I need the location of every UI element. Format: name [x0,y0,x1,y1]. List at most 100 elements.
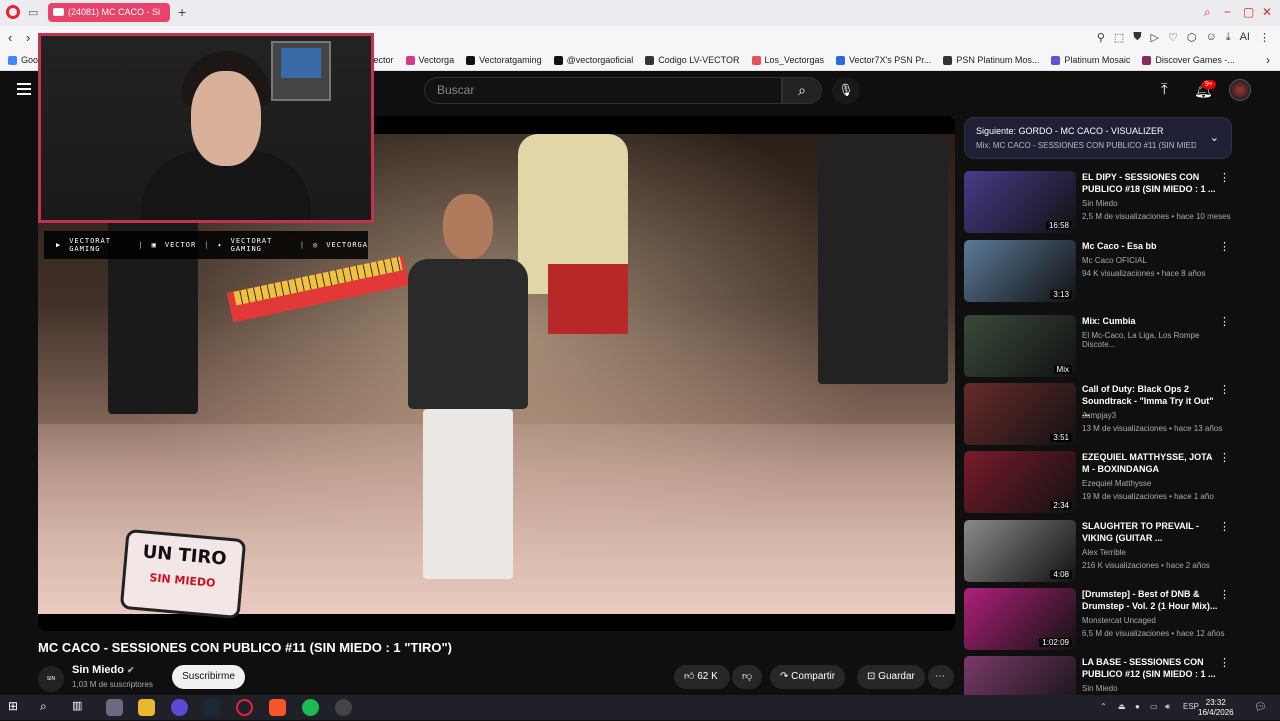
recommendation-channel[interactable]: El Mc-Caco, La Liga, Los Rompe Discote..… [1082,331,1234,349]
search-button[interactable]: ⌕ [782,77,822,104]
like-button[interactable]: 👍︎ 62 K [674,665,730,689]
up-next-panel[interactable]: Siguiente: GORDO - MC CACO - VISUALIZER … [964,117,1232,159]
dislike-button[interactable]: 👎︎ [732,665,762,689]
tray-chevron-icon[interactable]: ⌃ [1100,702,1107,711]
recommendation-title[interactable]: EL DIPY - SESSIONES CON PUBLICO #18 (SIN… [1082,171,1220,195]
menu-dots-icon[interactable]: ⋮ [1259,31,1270,44]
chevron-down-icon[interactable]: ⌄ [1210,131,1219,144]
subscribe-button[interactable]: Suscribirme [172,665,245,689]
bookmark-item[interactable]: Platinum Mosaic [1051,55,1130,65]
brave-icon[interactable] [269,699,286,716]
tab-youtube[interactable]: (24081) MC CACO - Si [48,3,170,22]
download-icon[interactable]: ⤓ [1226,31,1231,44]
upload-icon[interactable]: ⤒ [1161,81,1168,98]
save-button[interactable]: ⊡ Guardar [857,665,925,689]
heart-icon[interactable]: ♡ [1168,31,1178,44]
recommendation-channel[interactable]: Monstercat Uncaged [1082,616,1156,625]
menu-icon[interactable] [17,83,31,98]
minimize-button[interactable]: − [1224,5,1231,19]
recommendation-channel[interactable]: Jumpjay3 [1082,411,1116,420]
bookmark-item[interactable]: Los_Vectorgas [751,55,824,65]
recommendation-item[interactable]: 2:34 EZEQUIEL MATTHYSSE, JOTA M - BOXINDA… [964,451,1234,516]
recommendation-channel[interactable]: Mc Caco OFICIAL [1082,256,1147,265]
bookmark-item[interactable]: @vectorgaoficial [553,55,633,65]
windows-start-icon[interactable]: ⊞ [8,699,25,716]
bookmark-item[interactable]: Vector7X's PSN Pr... [836,55,931,65]
video-thumbnail[interactable]: 3:13 [964,240,1076,302]
search-icon[interactable]: ⌕ [40,699,57,716]
play-icon[interactable]: ▷ [1151,31,1159,44]
notifications-icon[interactable]: 💬︎ [1254,702,1267,713]
opera-logo-icon[interactable] [6,5,20,19]
bookmark-item[interactable]: Vectorga [405,55,454,65]
recommendation-title[interactable]: EZEQUIEL MATTHYSSE, JOTA M - BOXINDANGA [1082,451,1220,475]
task-view-icon[interactable]: ▥ [72,699,89,716]
pin-icon[interactable]: ⚲ [1097,31,1105,44]
voice-search-button[interactable]: 🎙︎ [832,77,860,104]
recommendation-title[interactable]: SLAUGHTER TO PREVAIL - VIKING (GUITAR ..… [1082,520,1220,544]
more-options-icon[interactable]: ⋮ [1219,315,1230,328]
recommendation-item[interactable]: 3:51 Call of Duty: Black Ops 2 Soundtrack… [964,383,1234,448]
steam-icon[interactable] [203,699,220,716]
new-tab-button[interactable]: + [178,4,186,20]
recommendation-channel[interactable]: Sin Miedo [1082,684,1118,693]
clock[interactable]: 23:32 16/4/2026 [1198,698,1234,718]
bookmarks-more-icon[interactable]: › [1266,53,1270,67]
recommendation-channel[interactable]: Alex Terrible [1082,548,1126,557]
recommendation-channel[interactable]: Sin Miedo [1082,199,1118,208]
explorer-app-icon[interactable] [106,699,123,716]
folder-icon[interactable] [138,699,155,716]
video-thumbnail[interactable]: 3:51 [964,383,1076,445]
bookmark-item[interactable]: Vectoratgaming [466,55,542,65]
search-tabs-icon[interactable]: ⌕ [1204,5,1211,20]
recommendation-channel[interactable]: Ezequiel Matthysse [1082,479,1151,488]
language-indicator[interactable]: ESP [1183,702,1199,711]
channel-name[interactable]: Sin Miedo ✔ [72,664,135,676]
more-options-icon[interactable]: ⋮ [1219,588,1230,601]
recommendation-title[interactable]: LA BASE - SESSIONES CON PUBLICO #12 (SIN… [1082,656,1220,680]
video-thumbnail[interactable]: 1:02:09 [964,588,1076,650]
more-options-icon[interactable]: ⋮ [1219,451,1230,464]
video-thumbnail[interactable]: 16:58 [964,171,1076,233]
more-options-icon[interactable]: ⋮ [1219,520,1230,533]
recommendation-item[interactable]: 4:08 SLAUGHTER TO PREVAIL - VIKING (GUITA… [964,520,1234,585]
close-button[interactable]: ✕ [1262,5,1272,19]
bookmark-item[interactable]: Discover Games -... [1142,55,1235,65]
recommendation-item[interactable]: 16:58 EL DIPY - SESSIONES CON PUBLICO #18… [964,171,1234,236]
share-button[interactable]: ↷ Compartir [770,665,846,689]
video-thumbnail[interactable]: Mix [964,315,1076,377]
video-thumbnail[interactable]: 2:34 [964,451,1076,513]
channel-avatar[interactable]: SIN MIEDO [38,666,64,708]
forward-button[interactable]: › [26,30,30,45]
more-options-icon[interactable]: ⋮ [1219,383,1230,396]
more-options-icon[interactable]: ⋮ [1219,656,1230,669]
recommendation-item[interactable]: Mix Mix: Cumbia El Mc-Caco, La Liga, Los R… [964,315,1234,380]
spotify-icon[interactable] [302,699,319,716]
shield-icon[interactable]: ⛊ [1133,31,1141,44]
recommendation-title[interactable]: Mc Caco - Esa bb [1082,240,1220,252]
obs-icon[interactable] [335,699,352,716]
discord-icon[interactable] [171,699,188,716]
avatar[interactable] [1229,79,1251,101]
puzzle-icon[interactable]: ⬡ [1187,31,1197,44]
maximize-button[interactable]: ▢ [1243,5,1254,19]
search-input[interactable]: Buscar [424,77,782,104]
recommendation-item[interactable]: 3:13 Mc Caco - Esa bb Mc Caco OFICIAL 94 K … [964,240,1234,305]
ai-icon[interactable]: AI [1240,31,1250,44]
more-actions-button[interactable]: ⋯ [928,665,954,689]
opera-icon[interactable] [236,699,253,716]
recommendation-title[interactable]: [Drumstep] - Best of DNB & Drumstep - Vo… [1082,588,1220,612]
profile-icon[interactable]: ☺ [1205,31,1216,44]
back-button[interactable]: ‹ [8,30,12,45]
mic-tray-icon[interactable]: ● [1135,702,1140,711]
video-thumbnail[interactable]: 4:08 [964,520,1076,582]
more-options-icon[interactable]: ⋮ [1219,171,1230,184]
recommendation-item[interactable]: 1:02:09 [Drumstep] - Best of DNB & Drumst… [964,588,1234,653]
bookmark-item[interactable]: PSN Platinum Mos... [943,55,1039,65]
screenshot-icon[interactable]: ⬚ [1114,31,1124,44]
volume-icon[interactable]: 🔊︎ [1165,702,1170,712]
network-icon[interactable]: ▭ [1150,702,1158,711]
more-options-icon[interactable]: ⋮ [1219,240,1230,253]
recommendation-title[interactable]: Mix: Cumbia [1082,315,1220,327]
tab-menu-icon[interactable]: ▭ [28,6,38,19]
